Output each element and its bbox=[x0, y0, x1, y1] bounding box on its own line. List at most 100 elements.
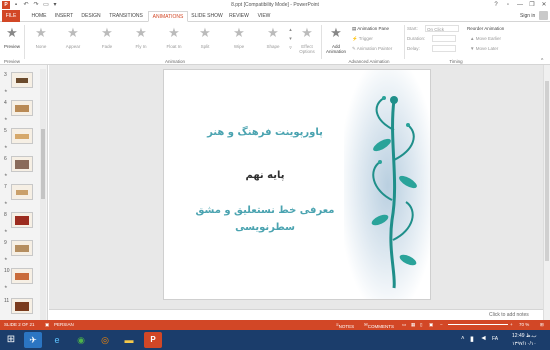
telegram-icon[interactable]: ✈ bbox=[24, 332, 42, 348]
slide-thumbnail[interactable] bbox=[11, 212, 33, 228]
animation-shape[interactable]: ★ Shape bbox=[262, 24, 284, 54]
tab-home[interactable]: HOME bbox=[28, 11, 50, 22]
close-button[interactable]: ✕ bbox=[538, 0, 550, 10]
clock-time[interactable]: 12:49 ب.ظ bbox=[512, 333, 537, 339]
slide-thumbnail[interactable] bbox=[11, 184, 33, 200]
floral-ornament bbox=[371, 96, 417, 289]
animation-float-in-label: Float In bbox=[166, 44, 182, 49]
star-icon: ★ bbox=[101, 25, 113, 40]
volume-icon[interactable]: ◄ bbox=[480, 335, 487, 342]
slides-scrollbar[interactable] bbox=[40, 69, 46, 324]
file-explorer-icon[interactable]: ▬ bbox=[120, 332, 138, 348]
slide-thumbnail[interactable] bbox=[11, 128, 33, 144]
animation-appear[interactable]: ★ Appear bbox=[62, 24, 84, 54]
move-later-button[interactable]: ▼ Move Later bbox=[470, 45, 498, 52]
animation-fade-label: Fade bbox=[101, 44, 113, 49]
reading-view-icon[interactable]: ▯ bbox=[420, 322, 422, 328]
slide-number: 11 bbox=[4, 298, 10, 304]
restore-button[interactable]: ❐ bbox=[526, 0, 538, 10]
chrome-icon[interactable]: ◉ bbox=[72, 332, 90, 348]
fit-slide-icon[interactable]: ⊞ bbox=[540, 322, 544, 328]
clock-date[interactable]: ۱۳۹۷/۱۰/۱۰ bbox=[512, 341, 536, 347]
animation-painter-button[interactable]: ✎ Animation Painter bbox=[352, 45, 392, 52]
tab-insert[interactable]: INSERT bbox=[53, 11, 75, 22]
ribbon-display-options-icon[interactable]: ▫ bbox=[502, 0, 514, 10]
editor-scrollbar[interactable] bbox=[543, 65, 550, 320]
minimize-button[interactable]: — bbox=[514, 0, 526, 10]
status-bar: SLIDE 2 OF 21 ▣ PERSIAN ≡ NOTES ✉ COMMEN… bbox=[0, 320, 550, 330]
spell-check-icon[interactable]: ▣ bbox=[45, 322, 49, 328]
move-earlier-button[interactable]: ▲ Move Earlier bbox=[470, 35, 501, 42]
language-indicator[interactable]: PERSIAN bbox=[54, 322, 74, 327]
animation-star-icon: ★ bbox=[4, 88, 8, 93]
normal-view-icon[interactable]: ▭ bbox=[402, 322, 406, 328]
notes-button[interactable]: ≡ NOTES bbox=[336, 322, 354, 329]
duration-input[interactable] bbox=[432, 35, 456, 42]
tray-up-icon[interactable]: ˄ bbox=[461, 336, 465, 342]
group-preview-label: Preview bbox=[3, 59, 20, 64]
zoom-out-icon[interactable]: − bbox=[440, 322, 443, 327]
divider bbox=[24, 25, 25, 59]
star-icon: ★ bbox=[67, 25, 79, 40]
title-bar: P ▪ ↶ ↷ ▭ ▾ 8.ppt [Compatibility Mode] -… bbox=[0, 0, 550, 10]
avatar[interactable] bbox=[539, 11, 548, 20]
star-icon: ★ bbox=[199, 25, 211, 40]
keyboard-language[interactable]: FA bbox=[492, 336, 498, 342]
slide-thumbnail[interactable] bbox=[11, 100, 33, 116]
tab-review[interactable]: REVIEW bbox=[227, 11, 251, 22]
animation-pane-label: Animation Pane bbox=[357, 26, 390, 31]
delay-label: Delay: bbox=[407, 46, 420, 51]
slide-thumbnail[interactable] bbox=[11, 72, 33, 88]
tab-view[interactable]: VIEW bbox=[255, 11, 273, 22]
current-slide[interactable]: پاورپوینت فرهنگ و هنر پایه نهم معرفی خط … bbox=[163, 69, 431, 300]
internet-explorer-icon[interactable]: e bbox=[48, 332, 66, 348]
notes-pane[interactable]: Click to add notes bbox=[49, 309, 543, 320]
zoom-level[interactable]: 70 % bbox=[519, 322, 529, 327]
delay-input[interactable] bbox=[432, 45, 456, 52]
animation-pane-button[interactable]: ▤ Animation Pane bbox=[352, 25, 389, 32]
gallery-scroll[interactable]: ▴ ▾ ▿ bbox=[288, 26, 293, 54]
add-animation-button[interactable]: ★ Add Animation bbox=[323, 24, 349, 55]
slideshow-view-icon[interactable]: ▣ bbox=[429, 322, 433, 328]
tab-transitions[interactable]: TRANSITIONS bbox=[107, 11, 145, 22]
preview-star-icon: ★ bbox=[6, 25, 18, 40]
animation-split[interactable]: ★ Split bbox=[194, 24, 216, 54]
animation-none[interactable]: ★ None bbox=[30, 24, 52, 54]
slide-sorter-icon[interactable]: ▦ bbox=[411, 322, 415, 328]
star-icon: ★ bbox=[267, 25, 279, 40]
move-later-label: Move Later bbox=[475, 46, 499, 51]
preview-button[interactable]: ★ Preview bbox=[2, 24, 22, 54]
slide-number: 5 bbox=[4, 128, 7, 134]
comments-button[interactable]: ✉ COMMENTS bbox=[364, 322, 394, 329]
collapse-ribbon-icon[interactable]: ^ bbox=[541, 58, 543, 64]
animation-wipe[interactable]: ★ Wipe bbox=[228, 24, 250, 54]
slide-thumbnail[interactable] bbox=[11, 240, 33, 256]
tab-design[interactable]: DESIGN bbox=[80, 11, 102, 22]
network-icon[interactable]: ▮ bbox=[470, 335, 474, 343]
tab-animations[interactable]: ANIMATIONS bbox=[148, 11, 188, 22]
effect-options-button[interactable]: ★ Effect Options bbox=[295, 24, 319, 55]
star-icon: ★ bbox=[168, 25, 180, 40]
start-button[interactable]: ⊞ bbox=[2, 332, 20, 348]
slide-thumbnail[interactable] bbox=[11, 268, 33, 284]
animation-float-in[interactable]: ★ Float In bbox=[162, 24, 186, 54]
slide-thumbnail[interactable] bbox=[11, 156, 33, 172]
powerpoint-taskbar-icon[interactable]: P bbox=[144, 332, 162, 348]
slide-thumbnail[interactable] bbox=[11, 298, 33, 314]
tab-slide-show[interactable]: SLIDE SHOW bbox=[191, 11, 223, 22]
star-icon: ★ bbox=[135, 25, 147, 40]
start-select[interactable]: On Click bbox=[425, 25, 459, 32]
star-icon: ★ bbox=[35, 25, 47, 40]
animation-fly-in[interactable]: ★ Fly In bbox=[130, 24, 152, 54]
slide-number: 3 bbox=[4, 72, 7, 78]
add-animation-icon: ★ bbox=[330, 25, 342, 40]
star-icon: ★ bbox=[233, 25, 245, 40]
zoom-slider[interactable] bbox=[448, 324, 508, 325]
help-button[interactable]: ? bbox=[490, 0, 502, 10]
zoom-in-icon[interactable]: + bbox=[510, 322, 513, 327]
animation-fade[interactable]: ★ Fade bbox=[96, 24, 118, 54]
trigger-button[interactable]: ⚡ Trigger bbox=[352, 35, 373, 42]
tab-file[interactable]: FILE bbox=[2, 10, 20, 22]
sign-in-link[interactable]: Sign in bbox=[520, 13, 535, 19]
firefox-icon[interactable]: ◎ bbox=[96, 332, 114, 348]
